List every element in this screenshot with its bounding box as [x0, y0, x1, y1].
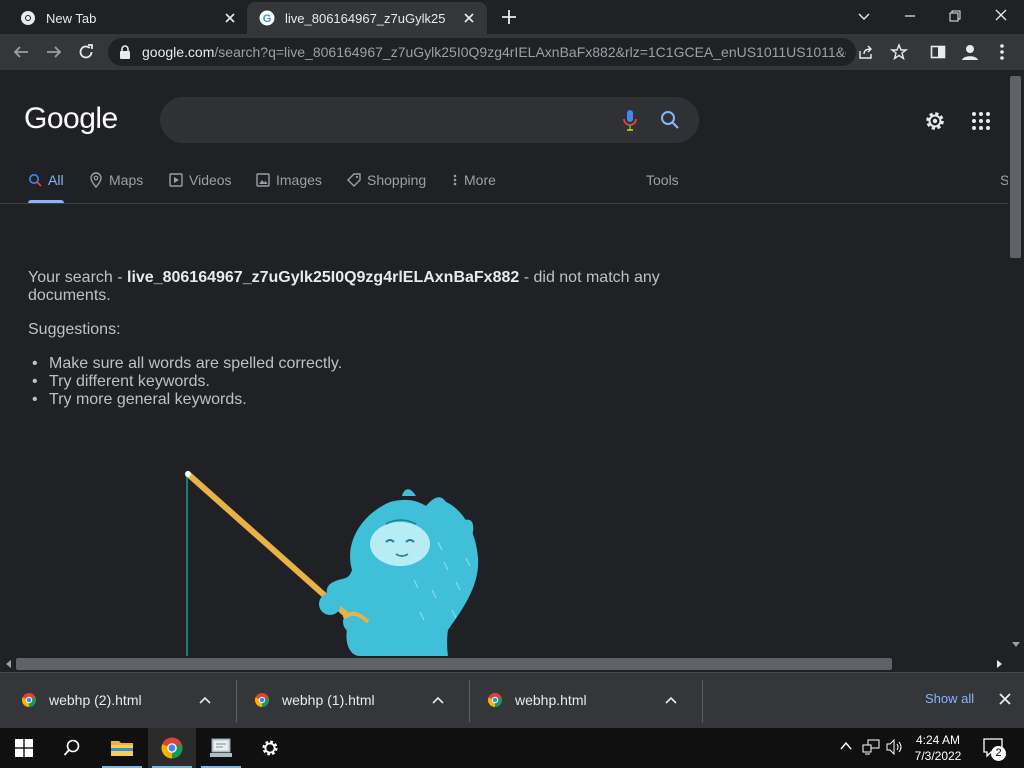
- more-vert-icon: [452, 173, 464, 187]
- query-text: live_806164967_z7uGylk25I0Q9zg4rlELAxnBa…: [127, 269, 520, 286]
- tab-videos[interactable]: Videos: [169, 172, 232, 188]
- suggestions-heading: Suggestions:: [28, 321, 121, 338]
- search-icon: [28, 173, 48, 187]
- clock-time: 4:24 AM: [915, 733, 961, 747]
- suggestion-item: Try different keywords.: [32, 373, 342, 391]
- search-input[interactable]: [160, 97, 699, 143]
- tab-label: Images: [276, 172, 322, 188]
- horizontal-scroll-thumb[interactable]: [16, 658, 892, 670]
- tab-more[interactable]: More: [452, 172, 496, 188]
- tab-title: New Tab: [46, 10, 97, 26]
- download-divider: [702, 680, 703, 722]
- tag-icon: [347, 173, 367, 187]
- video-icon: [169, 173, 189, 187]
- file-explorer-icon[interactable]: [98, 728, 146, 768]
- back-arrow-icon[interactable]: [12, 43, 30, 61]
- message-prefix: Your search -: [28, 269, 128, 286]
- lock-icon[interactable]: [118, 44, 132, 60]
- tab-images[interactable]: Images: [256, 172, 322, 188]
- reload-icon[interactable]: [77, 43, 95, 61]
- network-app-icon[interactable]: [197, 728, 245, 768]
- scroll-left-arrow-icon[interactable]: [4, 659, 14, 669]
- tab-label: Videos: [189, 172, 232, 188]
- microphone-icon[interactable]: [622, 109, 638, 131]
- settings-taskbar-icon[interactable]: [246, 728, 294, 768]
- tab-label: Shopping: [367, 172, 427, 188]
- tab-shopping[interactable]: Shopping: [347, 172, 426, 188]
- map-pin-icon: [89, 172, 109, 188]
- tab-label: More: [464, 172, 496, 188]
- no-results-message: Your search - live_806164967_z7uGylk25I0…: [28, 269, 668, 305]
- show-all-downloads-link[interactable]: Show all: [925, 691, 974, 706]
- nav-divider: [0, 203, 1008, 204]
- scroll-right-arrow-icon[interactable]: [994, 659, 1004, 669]
- url-domain: google.com: [142, 44, 215, 60]
- share-icon[interactable]: [858, 44, 874, 60]
- svg-text:G: G: [263, 13, 272, 25]
- image-icon: [256, 173, 276, 187]
- close-tab-icon[interactable]: [222, 10, 238, 26]
- chevron-up-icon[interactable]: [199, 696, 211, 704]
- fishing-monster-illustration: [170, 462, 500, 656]
- chrome-file-icon: [487, 692, 503, 708]
- suggestions-list: Make sure all words are spelled correctl…: [32, 355, 342, 409]
- google-favicon-icon: G: [259, 10, 275, 26]
- chrome-menu-icon[interactable]: [994, 43, 1010, 61]
- bookmark-star-icon[interactable]: [890, 43, 908, 61]
- close-window-icon[interactable]: [993, 7, 1009, 23]
- scroll-down-arrow-icon[interactable]: [1011, 639, 1021, 649]
- taskbar-clock[interactable]: 4:24 AM 7/3/2022: [906, 732, 970, 764]
- profile-avatar-icon[interactable]: [960, 42, 980, 62]
- chrome-file-icon: [254, 692, 270, 708]
- tray-overflow-chevron-icon[interactable]: [840, 741, 852, 751]
- tools-button[interactable]: Tools: [646, 172, 679, 188]
- chrome-file-icon: [21, 692, 37, 708]
- new-tab-plus-icon[interactable]: [500, 8, 518, 26]
- download-filename: webhp (2).html: [49, 692, 142, 708]
- download-filename: webhp (1).html: [282, 692, 375, 708]
- apps-grid-icon[interactable]: [971, 111, 991, 131]
- suggestion-item: Make sure all words are spelled correctl…: [32, 355, 342, 373]
- tab-title: live_806164967_z7uGylk25I0Q9zg4rlELAxnBa…: [285, 10, 445, 26]
- tab-label: Maps: [109, 172, 144, 188]
- download-filename: webhp.html: [515, 692, 587, 708]
- tab-label: All: [48, 172, 64, 188]
- tab-new-tab[interactable]: New Tab: [8, 2, 248, 34]
- search-icon[interactable]: [660, 110, 680, 130]
- tab-search-chevron-icon[interactable]: [856, 8, 872, 24]
- url-path: /search?q=live_806164967_z7uGylk25I0Q9zg…: [214, 44, 846, 60]
- chevron-up-icon[interactable]: [432, 696, 444, 704]
- forward-arrow-icon[interactable]: [45, 43, 63, 61]
- windows-start-icon[interactable]: [0, 728, 48, 768]
- vertical-scroll-thumb[interactable]: [1010, 76, 1021, 258]
- notification-count-badge: 2: [991, 746, 1006, 761]
- download-item[interactable]: webhp (1).html: [233, 672, 467, 728]
- side-panel-icon[interactable]: [930, 44, 946, 60]
- taskbar-search-icon[interactable]: [48, 728, 96, 768]
- chrome-taskbar-icon[interactable]: [148, 728, 196, 768]
- close-tab-icon[interactable]: [461, 10, 477, 26]
- settings-gear-icon[interactable]: [923, 109, 947, 133]
- close-download-shelf-icon[interactable]: [998, 692, 1012, 706]
- network-tray-icon[interactable]: [862, 739, 880, 755]
- download-item[interactable]: webhp.html: [466, 672, 700, 728]
- chrome-icon: [20, 10, 36, 26]
- volume-tray-icon[interactable]: [886, 739, 904, 755]
- restore-icon[interactable]: [947, 8, 963, 24]
- minimize-icon[interactable]: [902, 8, 918, 24]
- clock-date: 7/3/2022: [914, 749, 962, 763]
- url-text[interactable]: google.com/search?q=live_806164967_z7uGy…: [142, 44, 846, 60]
- tab-google-search[interactable]: G live_806164967_z7uGylk25I0Q9zg4rlELAxn…: [247, 2, 487, 34]
- tab-maps[interactable]: Maps: [89, 172, 143, 188]
- suggestion-item: Try more general keywords.: [32, 391, 342, 409]
- google-logo[interactable]: Google: [24, 102, 118, 136]
- download-item[interactable]: webhp (2).html: [0, 672, 234, 728]
- chevron-up-icon[interactable]: [665, 696, 677, 704]
- tab-all[interactable]: All: [28, 172, 64, 188]
